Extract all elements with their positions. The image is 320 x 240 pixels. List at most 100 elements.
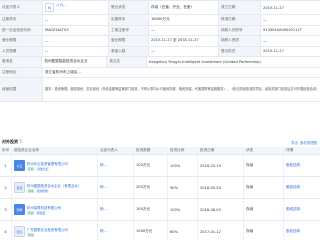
company-logo: 众云 [14,160,25,171]
info-label: 纳税人资质 [219,36,261,46]
col-header: 序号 [0,147,12,154]
row-number: 1 [0,155,12,176]
section-tools: 导出 股权穿透图 [291,140,320,145]
company-tags: 存续 [27,232,68,237]
status-tag: 存续 [27,188,35,193]
invest-amount: 100万元 [134,199,168,220]
invest-ratio: 60% [168,221,198,240]
rep-subtext: ... [56,8,59,12]
info-label: 参保人数 [109,46,149,56]
status-tag: 存续 [27,232,35,237]
invest-date: 2016-08-03 [198,199,244,220]
section-title: 对外投资 5 [0,139,22,145]
info-value: — [149,25,219,35]
company-tags: 存续 科技型 [27,210,61,215]
company-logo: 银泰 [14,226,25,237]
company-name-link[interactable]: 杭州智联科技有限公司 [27,205,61,210]
info-row: 统一社会信用代码 MA0Z3ALTU3 工商注册号 — 纳税人识别号 91330… [0,25,320,36]
invest-ratio: 100% [168,199,198,220]
info-value: 9133040A00092111T [263,28,302,33]
table-row[interactable]: 1 众云 杭州众云投资管理有限公司 存续 小微企业 杨... 100万元 100… [0,155,320,177]
row-number: 4 [0,221,12,240]
info-label: 营业期限 [109,36,149,46]
info-row: 法定代表人 杨 八九... ... 登记状态 存续（在营、开业、在册） 成立日期… [0,1,320,15]
invest-amount: 1000万元 [134,221,168,240]
company-text: 杭州智联科技有限公司 存续 科技型 [27,205,61,215]
col-header: 法定代表人 [98,147,134,154]
status-badge: 存续 [244,155,284,176]
invest-date: 2016-03-15 [198,155,244,176]
info-value: 2015-11-27 [263,49,284,54]
detail-link[interactable]: 股权结构 [284,155,320,176]
rep-link[interactable]: 杨... [98,199,134,220]
section-count: 5 [19,139,22,144]
info-value: — [263,17,267,22]
table-row[interactable]: 4 银泰 广东银泰实业投资有限公司 存续 杨... 1000万元 60% 201… [0,221,320,240]
invest-ratio: 90% [168,177,198,198]
info-label: 统一社会信用代码 [0,25,43,35]
info-value: — [43,46,109,56]
info-label: 登记状态 [109,1,149,14]
status-badge: 存续 [244,221,284,240]
legal-rep: 杨 八九... ... [43,1,109,14]
info-row: 人员规模 — 参保人数 — 登记机关 2015-11-27 [0,46,320,57]
info-value: — [43,36,109,46]
col-header: 投资数额 [134,147,168,154]
type-tag: 科技型 [35,210,47,215]
info-label: 曾用名 [0,57,43,67]
info-row: 注册资本 — 实缴资本 18000万元 核准日期 — [0,15,320,26]
info-value: 18000万元 [149,15,219,25]
info-row: 曾用名 杭州盈银智能投资合伙企业 英文名 Hangzhou Yingyin In… [0,57,320,68]
invest-ratio: 100% [168,155,198,176]
table-row[interactable]: 3 智联 杭州智联科技有限公司 存续 科技型 杨... 100万元 100% 2… [0,199,320,221]
company-logo: 智联 [14,204,25,215]
info-value: — [263,38,267,43]
status-badge: 存续 [244,177,284,198]
table-header: 序号 被投资企业名称 法定代表人 投资数额 投资比例 投资日期 状态 详情 [0,147,320,155]
detail-link[interactable]: 股权结构 [284,221,320,240]
invest-amount: 200万元 [134,177,168,198]
info-label: 核准日期 [219,15,261,25]
equity-chart-button[interactable]: 股权穿透图 [300,140,317,145]
export-button[interactable]: 导出 [291,140,298,145]
info-value: 2015-11-27 至 2035-11-27 [149,36,219,46]
invest-date: 2017-01-12 [198,221,244,240]
info-label: 英文名 [107,57,147,67]
company-cell: 盈银 杭州盈银投资合伙企业（有限合伙） 存续 投资机构 [12,177,98,198]
info-label: 法定代表人 [0,1,43,14]
status-tag: 存续 [27,166,35,171]
investment-section-header: 对外投资 5 导出 股权穿透图 [0,138,320,146]
col-header: 投资日期 [198,147,244,154]
col-header: 状态 [244,147,284,154]
company-cell: 智联 杭州智联科技有限公司 存续 科技型 [12,199,98,220]
company-logo: 盈银 [14,182,25,193]
company-cell: 众云 杭州众云投资管理有限公司 存续 小微企业 [12,155,98,176]
company: 银泰 广东银泰实业投资有限公司 存续 [14,226,68,237]
company: 盈银 杭州盈银投资合伙企业（有限合伙） 存续 投资机构 [14,182,81,193]
company-tags: 存续 投资机构 [27,188,81,193]
company-text: 杭州盈银投资合伙企业（有限合伙） 存续 投资机构 [27,183,81,193]
row-number: 2 [0,177,12,198]
rep-link[interactable]: 杨... [98,221,134,240]
table-row[interactable]: 2 盈银 杭州盈银投资合伙企业（有限合伙） 存续 投资机构 杨... 200万元… [0,177,320,199]
rep-link[interactable]: 杨... [98,155,134,176]
rep-box: 杨 八九... ... [45,3,67,12]
info-row: 经营范围 服务：投资管理、股权投资、实业投资（未经金融等监管部门批准，不得从事向… [0,78,320,102]
status-tag: 存续 [27,210,35,215]
info-label: 登记机关 [219,46,261,56]
company-info-table: 法定代表人 杨 八九... ... 登记状态 存续（在营、开业、在册） 成立日期… [0,0,320,102]
rep-link[interactable]: 杨... [98,177,134,198]
company-cell: 银泰 广东银泰实业投资有限公司 存续 [12,221,98,240]
detail-link[interactable]: 股权结构 [284,199,320,220]
invest-date: 2016-05-20 [198,177,244,198]
info-row: 注册地址 浙江省杭州市上城区... [0,67,320,78]
invest-amount: 100万元 [134,155,168,176]
company-name-link[interactable]: 广东银泰实业投资有限公司 [27,227,68,232]
detail-link[interactable]: 股权结构 [284,177,320,198]
company-name-link[interactable]: 杭州众云投资管理有限公司 [27,161,68,166]
company-name-link[interactable]: 杭州盈银投资合伙企业（有限合伙） [27,183,81,188]
row-number: 3 [0,199,12,220]
type-tag: 投资机构 [35,188,49,193]
info-label: 纳税人识别号 [219,25,261,35]
section-title-text: 对外投资 [2,139,18,144]
